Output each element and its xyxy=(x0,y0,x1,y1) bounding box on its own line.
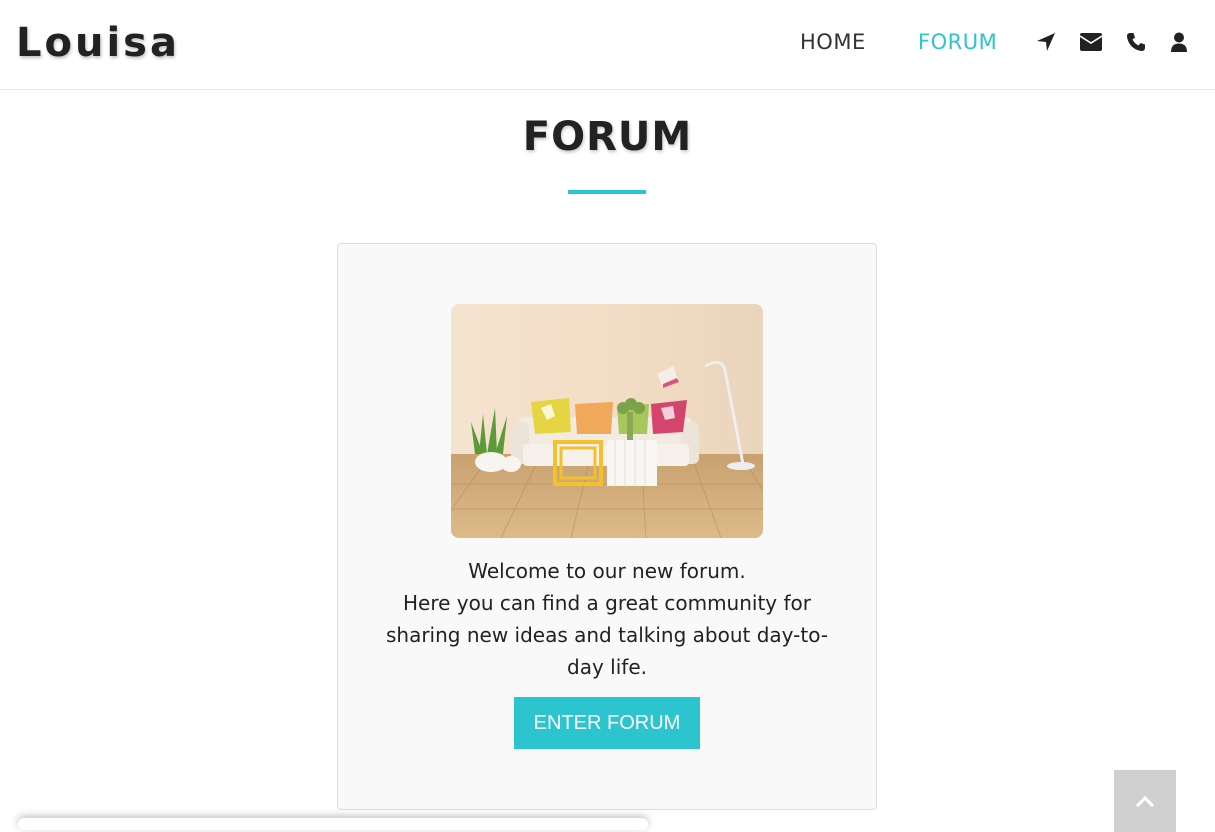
chevron-up-icon xyxy=(1135,792,1155,811)
enter-forum-button[interactable]: ENTER FORUM xyxy=(514,697,700,749)
page-title: FORUM xyxy=(522,114,693,160)
nav-item-home[interactable]: HOME xyxy=(800,29,866,55)
scroll-to-top-button[interactable] xyxy=(1114,770,1176,832)
living-room-sofa-photo xyxy=(451,304,763,538)
location-arrow-icon[interactable] xyxy=(1035,31,1057,53)
phone-icon[interactable] xyxy=(1125,31,1147,53)
description-line: day life. xyxy=(567,655,647,679)
bottom-overlay-edge xyxy=(18,818,648,830)
site-logo[interactable]: Louisa xyxy=(16,19,180,67)
description-line: Here you can find a great community for xyxy=(403,591,811,615)
nav-item-forum[interactable]: FORUM xyxy=(918,29,997,55)
forum-card: Welcome to our new forum. Here you can f… xyxy=(337,243,877,810)
envelope-icon[interactable] xyxy=(1080,31,1102,53)
site-header: Louisa HOME FORUM xyxy=(0,0,1215,90)
forum-description: Welcome to our new forum. Here you can f… xyxy=(378,555,836,683)
description-line: Welcome to our new forum. xyxy=(468,559,746,583)
description-line: sharing new ideas and talking about day-… xyxy=(385,623,829,647)
user-icon[interactable] xyxy=(1168,31,1190,53)
title-underline xyxy=(568,190,646,194)
